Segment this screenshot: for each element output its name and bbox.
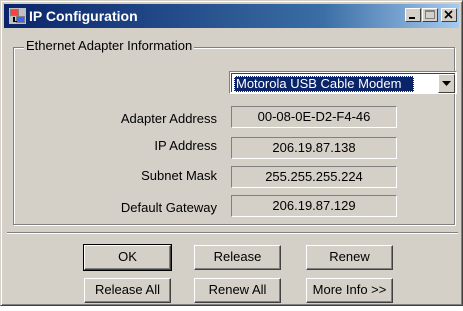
renew-button[interactable]: Renew	[306, 245, 393, 270]
divider	[7, 232, 458, 234]
group-label: Ethernet Adapter Information	[24, 38, 195, 54]
dropdown-button[interactable]	[438, 74, 455, 93]
subnet-mask-value: 255.255.255.224	[231, 166, 397, 188]
title-bar[interactable]: IP Configuration	[4, 4, 459, 28]
window-title: IP Configuration	[29, 8, 138, 24]
maximize-icon	[425, 10, 435, 19]
adapter-address-label: Adapter Address	[120, 111, 217, 126]
subnet-mask-label: Subnet Mask	[141, 168, 217, 183]
adapter-address-value: 00-08-0E-D2-F4-46	[231, 106, 397, 128]
network-app-icon	[9, 8, 26, 24]
adapter-select[interactable]: Motorola USB Cable Modem	[229, 71, 457, 94]
ok-button[interactable]: OK	[83, 244, 172, 271]
default-gateway-label: Default Gateway	[120, 200, 217, 215]
release-button[interactable]: Release	[194, 245, 281, 270]
close-icon	[444, 10, 453, 19]
maximize-button[interactable]	[422, 8, 438, 22]
renew-all-button[interactable]: Renew All	[194, 278, 281, 303]
ip-address-label: IP Address	[154, 138, 217, 153]
ip-configuration-window: IP Configuration Ethernet Adapter Inform…	[0, 0, 463, 306]
release-all-button[interactable]: Release All	[84, 278, 171, 303]
ip-address-value: 206.19.87.138	[231, 137, 397, 159]
more-info-button[interactable]: More Info >>	[306, 278, 393, 303]
default-gateway-value: 206.19.87.129	[231, 195, 397, 217]
minimize-icon	[409, 17, 415, 19]
adapter-select-value: Motorola USB Cable Modem	[234, 76, 414, 92]
chevron-down-icon	[442, 81, 451, 86]
minimize-button[interactable]	[405, 8, 421, 22]
close-button[interactable]	[441, 8, 457, 22]
